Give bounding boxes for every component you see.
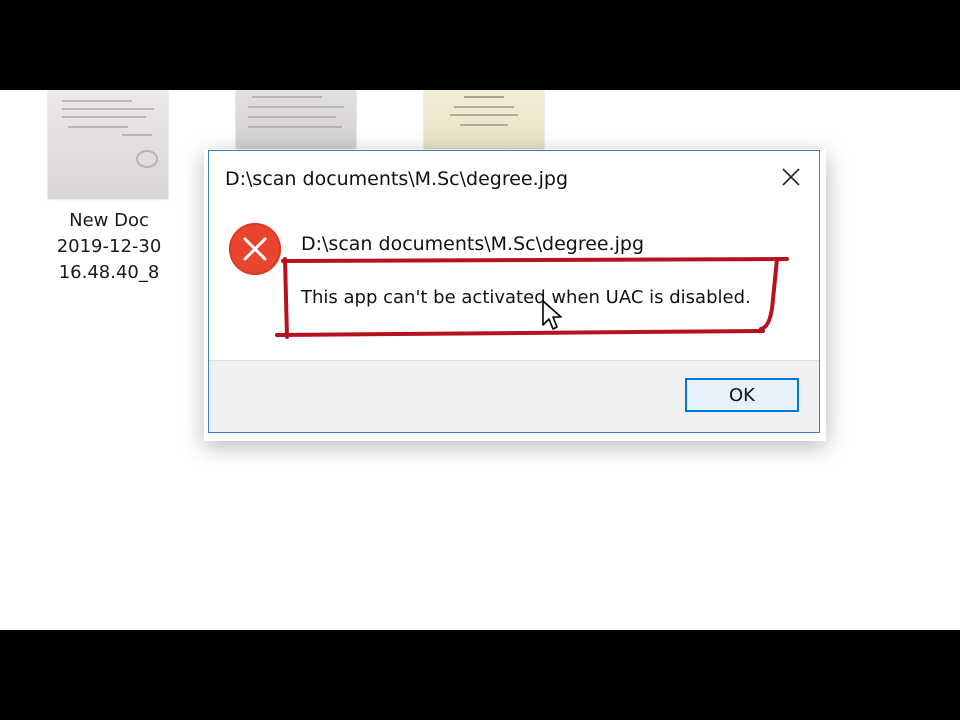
file-name-line-1: New Doc (69, 210, 149, 231)
dialog-footer: OK (209, 360, 819, 432)
error-dialog: D:\scan documents\M.Sc\degree.jpg D:\sca… (208, 150, 820, 433)
close-icon (782, 168, 800, 186)
desktop-file-area: New Doc 2019-12-30 16.48.40_8 D:\scan do… (0, 90, 960, 630)
file-name-line-2: 2019-12-30 (56, 236, 162, 257)
error-message: This app can't be activated when UAC is … (301, 287, 751, 308)
error-icon (229, 223, 281, 275)
file-thumbnail-3[interactable] (424, 90, 544, 148)
close-button[interactable] (769, 157, 813, 197)
file-name-line-3: 16.48.40_8 (58, 262, 160, 283)
file-thumbnail-2[interactable] (236, 90, 356, 148)
video-letterbox-bottom (0, 630, 960, 720)
ok-button[interactable]: OK (685, 378, 799, 412)
message-path: D:\scan documents\M.Sc\degree.jpg (301, 233, 645, 255)
file-thumbnail-new-doc[interactable] (48, 90, 168, 198)
dialog-title: D:\scan documents\M.Sc\degree.jpg (225, 168, 569, 190)
file-label-new-doc[interactable]: New Doc 2019-12-30 16.48.40_8 (38, 208, 180, 286)
video-letterbox-top (0, 0, 960, 90)
